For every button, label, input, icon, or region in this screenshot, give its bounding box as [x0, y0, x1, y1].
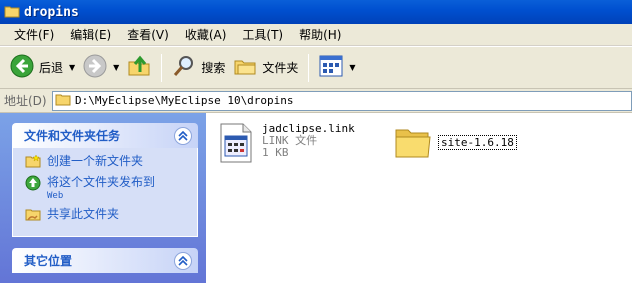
folder-icon: [394, 123, 432, 164]
folders-label: 文件夹: [262, 61, 299, 75]
address-label: 地址(D): [4, 94, 47, 108]
file-tasks-title: 文件和文件夹任务: [24, 129, 121, 143]
toolbar-separator: [308, 53, 310, 82]
menu-edit[interactable]: 编辑(E): [62, 26, 119, 43]
task-new-folder-label: 创建一个新文件夹: [47, 154, 144, 168]
task-share-folder[interactable]: 共享此文件夹: [25, 207, 197, 224]
folders-icon: [233, 54, 257, 81]
address-bar: 地址(D) D:\MyEclipse\MyEclipse 10\dropins: [0, 89, 632, 113]
menu-tools[interactable]: 工具(T): [234, 26, 291, 43]
task-publish-web-text: 将这个文件夹发布到 Web: [47, 175, 155, 203]
share-folder-icon: [25, 207, 41, 224]
toolbar-separator: [161, 53, 163, 82]
task-new-folder[interactable]: 创建一个新文件夹: [25, 154, 197, 171]
search-button[interactable]: 搜索: [168, 51, 229, 85]
address-input[interactable]: D:\MyEclipse\MyEclipse 10\dropins: [52, 90, 632, 111]
other-places-panel: 其它位置: [12, 248, 198, 273]
back-label: 后退: [39, 61, 64, 75]
other-places-title: 其它位置: [24, 254, 73, 268]
task-share-folder-label: 共享此文件夹: [47, 207, 120, 221]
file-tasks-panel: 文件和文件夹任务 创建一个新文件夹 将这个文件夹发布到 Web 共享此文件夹: [12, 123, 198, 237]
menu-view[interactable]: 查看(V): [119, 26, 177, 43]
file-item-site-folder[interactable]: site-1.6.18: [394, 123, 517, 164]
link-file-icon: [218, 123, 254, 166]
file-list: jadclipse.link LINK 文件 1 KB site-1.6.18: [206, 113, 632, 283]
back-dropdown-icon[interactable]: ▼: [69, 63, 75, 72]
back-arrow-icon: [10, 54, 34, 81]
forward-button[interactable]: ▼: [79, 51, 123, 85]
window-title: dropins: [24, 4, 79, 20]
task-publish-web-label: 将这个文件夹发布到: [47, 175, 156, 189]
task-pane: 文件和文件夹任务 创建一个新文件夹 将这个文件夹发布到 Web 共享此文件夹 其…: [0, 113, 206, 283]
menu-favorites[interactable]: 收藏(A): [177, 26, 235, 43]
file-size: 1 KB: [262, 146, 289, 159]
search-label: 搜索: [201, 61, 226, 75]
forward-arrow-icon: [83, 54, 107, 81]
back-button[interactable]: 后退 ▼: [6, 51, 79, 85]
file-meta: jadclipse.link LINK 文件 1 KB: [262, 123, 355, 159]
task-publish-web-sub: Web: [47, 191, 64, 201]
address-path: D:\MyEclipse\MyEclipse 10\dropins: [75, 94, 294, 107]
folder-icon: [55, 92, 71, 109]
toolbar: 后退 ▼ ▼ 搜索 文件夹 ▼: [0, 47, 632, 89]
collapse-icon[interactable]: [174, 251, 192, 270]
views-button[interactable]: ▼: [315, 51, 359, 85]
up-folder-icon: [127, 54, 151, 81]
collapse-icon[interactable]: [174, 126, 192, 145]
forward-dropdown-icon[interactable]: ▼: [113, 63, 119, 72]
task-publish-web[interactable]: 将这个文件夹发布到 Web: [25, 175, 197, 203]
new-folder-icon: [25, 154, 41, 171]
file-tasks-body: 创建一个新文件夹 将这个文件夹发布到 Web 共享此文件夹: [12, 148, 198, 237]
search-icon: [172, 54, 196, 81]
views-icon: [319, 55, 343, 80]
folders-button[interactable]: 文件夹: [229, 51, 302, 85]
folder-name: site-1.6.18: [438, 135, 517, 150]
menu-bar: 文件(F) 编辑(E) 查看(V) 收藏(A) 工具(T) 帮助(H): [0, 24, 632, 46]
folder-icon: [4, 4, 20, 21]
file-tasks-header[interactable]: 文件和文件夹任务: [12, 123, 198, 148]
up-folder-button[interactable]: [123, 51, 155, 85]
publish-web-icon: [25, 175, 41, 194]
menu-file[interactable]: 文件(F): [6, 26, 62, 43]
views-dropdown-icon[interactable]: ▼: [349, 63, 355, 72]
menu-help[interactable]: 帮助(H): [291, 26, 349, 43]
file-item-jadclipse[interactable]: jadclipse.link LINK 文件 1 KB: [218, 123, 355, 166]
other-places-header[interactable]: 其它位置: [12, 248, 198, 273]
title-bar: dropins: [0, 0, 632, 24]
